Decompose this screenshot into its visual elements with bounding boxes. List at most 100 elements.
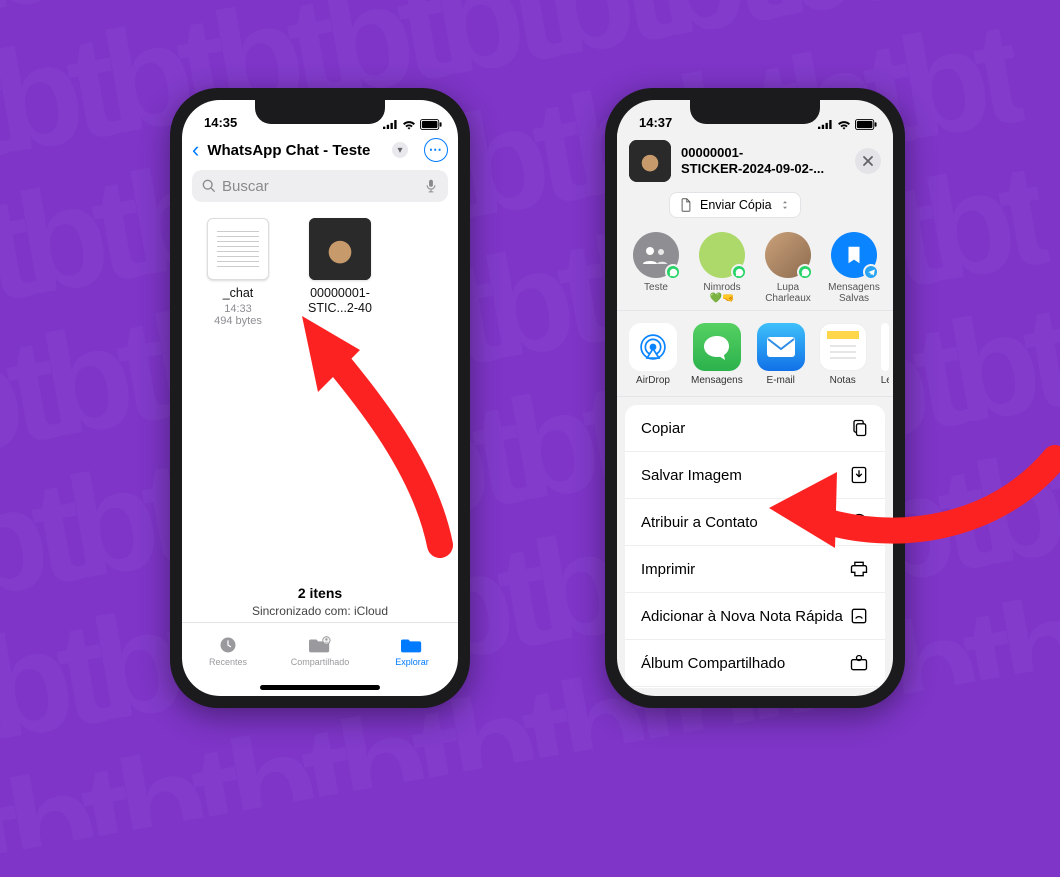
- send-copy-label: Enviar Cópia: [700, 198, 772, 212]
- avatar: [765, 232, 811, 278]
- app-label: Mensagens: [691, 375, 743, 386]
- title-dropdown-icon[interactable]: ▾: [392, 142, 408, 158]
- wifi-icon: [837, 119, 851, 130]
- app-label: Notas: [830, 375, 856, 386]
- books-icon: [881, 323, 889, 371]
- search-input[interactable]: Buscar: [192, 170, 448, 202]
- contact-name: Lupa Charleaux: [761, 282, 815, 304]
- document-icon: [680, 198, 692, 212]
- whatsapp-badge-icon: [797, 264, 813, 280]
- file-item-sticker[interactable]: 00000001-STIC...2-40: [300, 218, 380, 327]
- tab-browse[interactable]: Explorar: [366, 623, 458, 678]
- signal-icon: [383, 120, 398, 130]
- contact-name: Nimrods: [695, 282, 749, 293]
- whatsapp-badge-icon: [665, 264, 681, 280]
- wifi-icon: [402, 119, 416, 130]
- back-button[interactable]: ‹: [190, 139, 201, 161]
- app-label: AirDrop: [636, 375, 670, 386]
- shared-album-icon: [849, 653, 869, 673]
- quicknote-icon: [849, 606, 869, 626]
- close-button[interactable]: [855, 148, 881, 174]
- print-icon: [849, 559, 869, 579]
- file-size: 494 bytes: [198, 315, 278, 327]
- app-airdrop[interactable]: AirDrop: [629, 323, 677, 386]
- tab-shared[interactable]: Compartilhado: [274, 623, 366, 678]
- share-actions-list: Copiar Salvar Imagem Atribuir a Contato …: [625, 405, 885, 688]
- file-time: 14:33: [198, 303, 278, 315]
- mic-icon[interactable]: [424, 179, 438, 193]
- action-save-image[interactable]: Salvar Imagem: [625, 452, 885, 499]
- share-contacts-row: Teste Nimrods 💚🤜 Lupa Charleaux: [617, 218, 893, 311]
- download-icon: [849, 465, 869, 485]
- navigation-bar: ‹ WhatsApp Chat - Teste ▾ ⋯: [182, 132, 458, 166]
- action-quick-note[interactable]: Adicionar à Nova Nota Rápida: [625, 593, 885, 640]
- avatar: [699, 232, 745, 278]
- avatar: [831, 232, 877, 278]
- copy-icon: [849, 418, 869, 438]
- share-contact[interactable]: Teste: [629, 232, 683, 304]
- share-contact[interactable]: Nimrods 💚🤜: [695, 232, 749, 304]
- contact-name: Teste: [629, 282, 683, 293]
- files-footer: 2 itens Sincronizado com: iCloud: [182, 577, 458, 622]
- send-copy-dropdown[interactable]: Enviar Cópia: [669, 192, 801, 218]
- action-assign-contact[interactable]: Atribuir a Contato: [625, 499, 885, 546]
- battery-icon: [855, 119, 877, 130]
- file-name: 00000001-STIC...2-40: [300, 286, 380, 316]
- battery-icon: [420, 119, 442, 130]
- app-extra[interactable]: Ler: [881, 323, 889, 386]
- file-item-chat[interactable]: _chat 14:33 494 bytes: [198, 218, 278, 327]
- share-contact[interactable]: Lupa Charleaux: [761, 232, 815, 304]
- mail-icon: [757, 323, 805, 371]
- avatar: [633, 232, 679, 278]
- folder-shared-icon: [309, 635, 331, 655]
- notes-icon: [819, 323, 867, 371]
- group-icon: [643, 246, 669, 264]
- phone-files: 14:35 ‹ WhatsApp Chat - Teste ▾ ⋯ Buscar…: [170, 88, 470, 708]
- bookmark-icon: [843, 244, 865, 266]
- contact-icon: [849, 512, 869, 532]
- home-indicator: [182, 678, 458, 696]
- folder-icon: [401, 635, 423, 655]
- items-count: 2 itens: [182, 585, 458, 601]
- action-label: Atribuir a Contato: [641, 514, 758, 531]
- search-icon: [202, 179, 216, 193]
- tab-label: Recentes: [209, 657, 247, 667]
- item-preview: [629, 140, 671, 182]
- action-label: Imprimir: [641, 561, 695, 578]
- app-mail[interactable]: E-mail: [757, 323, 805, 386]
- share-apps-row: AirDrop Mensagens E-mail Notas: [617, 311, 893, 397]
- phone-share-sheet: 14:37 00000001- STICKER-2024-09-02-... E…: [605, 88, 905, 708]
- airdrop-icon: [629, 323, 677, 371]
- contact-sub: 💚🤜: [695, 293, 749, 304]
- item-title: 00000001- STICKER-2024-09-02-...: [681, 145, 845, 176]
- action-label: Copiar: [641, 420, 685, 437]
- tab-label: Compartilhado: [291, 657, 350, 667]
- tab-bar: Recentes Compartilhado Explorar: [182, 622, 458, 678]
- share-sheet-header: 00000001- STICKER-2024-09-02-...: [617, 132, 893, 190]
- updown-arrows-icon: [780, 200, 790, 210]
- search-placeholder: Buscar: [222, 178, 418, 195]
- app-messages[interactable]: Mensagens: [691, 323, 743, 386]
- action-print[interactable]: Imprimir: [625, 546, 885, 593]
- sync-status: Sincronizado com: iCloud: [182, 604, 458, 618]
- tab-label: Explorar: [395, 657, 429, 667]
- close-icon: [862, 155, 874, 167]
- action-copy[interactable]: Copiar: [625, 405, 885, 452]
- share-contact[interactable]: Mensagens Salvas: [827, 232, 881, 304]
- file-image-thumbnail: [309, 218, 371, 280]
- status-time: 14:37: [639, 115, 672, 130]
- action-label: Salvar Imagem: [641, 467, 742, 484]
- signal-icon: [818, 120, 833, 130]
- app-label: Ler: [881, 375, 889, 386]
- file-name: _chat: [198, 286, 278, 301]
- more-options-button[interactable]: ⋯: [424, 138, 448, 162]
- action-shared-album[interactable]: Álbum Compartilhado: [625, 640, 885, 687]
- whatsapp-badge-icon: [731, 264, 747, 280]
- messages-icon: [693, 323, 741, 371]
- notch: [255, 100, 385, 124]
- tab-recents[interactable]: Recentes: [182, 623, 274, 678]
- action-create-watchface[interactable]: Criar Mostrador: [625, 687, 885, 688]
- app-notes[interactable]: Notas: [819, 323, 867, 386]
- clock-icon: [217, 635, 239, 655]
- telegram-badge-icon: [863, 264, 879, 280]
